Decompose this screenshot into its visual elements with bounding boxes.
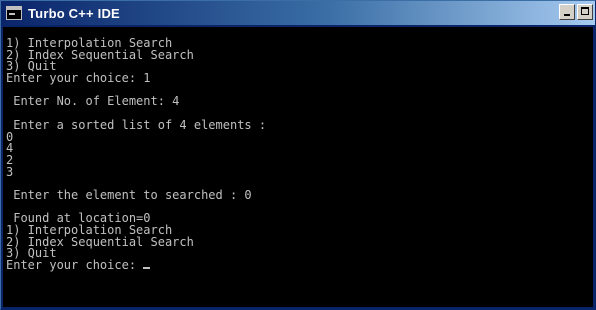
window-title: Turbo C++ IDE — [28, 5, 120, 21]
minimize-icon[interactable] — [559, 4, 575, 20]
maximize-icon[interactable] — [577, 4, 593, 20]
console-window: Turbo C++ IDE 1) Interpolation Search 2)… — [0, 0, 596, 310]
console-output[interactable]: 1) Interpolation Search 2) Index Sequent… — [3, 27, 593, 307]
console-line: 3 — [6, 164, 14, 179]
window-controls — [557, 4, 593, 20]
console-line: Enter No. of Element: 4 — [6, 94, 180, 109]
console-prompt-line[interactable]: Enter your choice: — [6, 258, 593, 273]
title-bar[interactable]: Turbo C++ IDE — [1, 1, 595, 25]
console-icon[interactable] — [6, 6, 22, 20]
console-line: Enter your choice: 1 — [6, 71, 151, 86]
console-line: 4 — [6, 141, 14, 156]
console-line: 2 — [6, 152, 14, 167]
text-cursor — [143, 267, 151, 270]
console-line: 0 — [6, 129, 14, 144]
console-prompt: Enter your choice: — [6, 258, 144, 273]
console-line: Enter a sorted list of 4 elements : — [6, 117, 267, 132]
console-line: 2) Index Sequential Search — [6, 234, 194, 249]
console-line: Enter the element to searched : 0 — [6, 187, 252, 202]
console-line: 2) Index Sequential Search — [6, 47, 194, 62]
